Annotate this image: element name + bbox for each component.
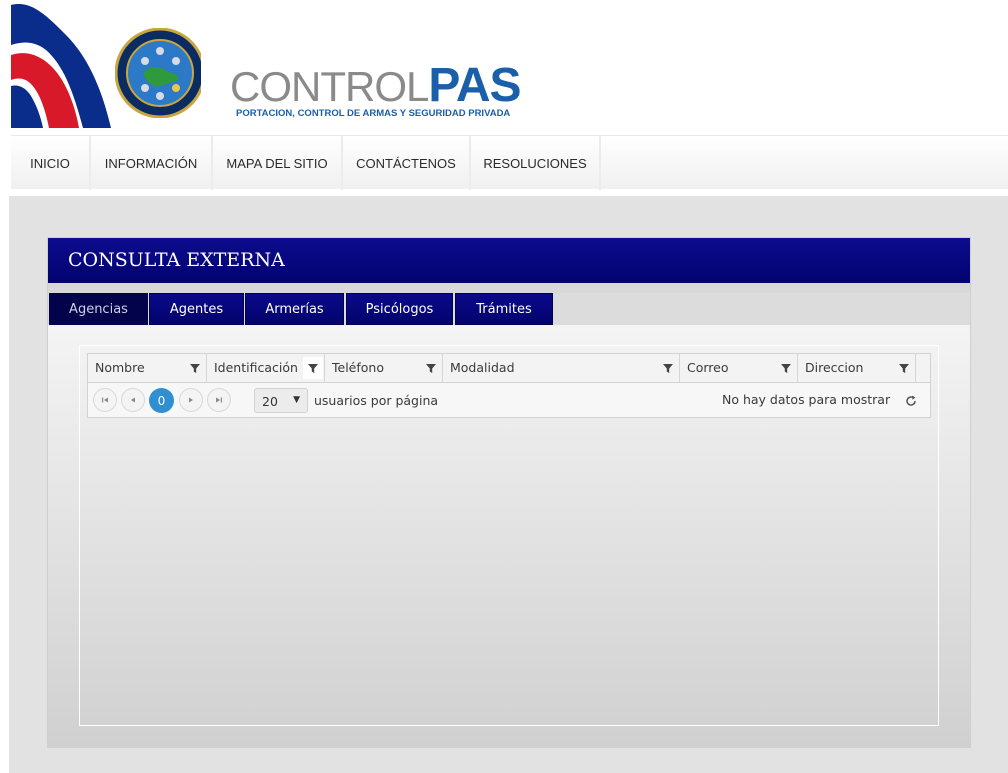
first-page-button[interactable] [93,388,117,412]
dropdown-arrow-icon: ▼ [293,395,300,405]
tab-agencias[interactable]: Agencias [49,293,148,325]
pager-status: No hay datos para mostrar [722,392,891,407]
column-header-telefono[interactable]: Teléfono [325,354,443,382]
panel-title: CONSULTA EXTERNA [68,249,285,271]
column-label: Modalidad [450,360,515,375]
current-page-indicator[interactable]: 0 [149,388,174,413]
column-label: Direccion [805,360,864,375]
site-header: CONTROLPAS PORTACION, CONTROL DE ARMAS Y… [0,0,1008,128]
filter-icon[interactable] [188,361,202,375]
page-size-value: 20 [262,394,278,409]
grid-pager: 0 20 ▼ usuarios por página No hay datos … [88,383,930,417]
results-grid: Nombre Identificación Teléfono Modalidad [87,353,931,418]
page-size-select[interactable]: 20 ▼ [254,388,308,413]
logo-pas-text: PAS [428,59,521,112]
per-page-label: usuarios por página [314,393,439,408]
nav-item-inicio[interactable]: INICIO [11,136,91,190]
tab-psicologos[interactable]: Psicólogos [346,293,453,325]
tab-strip: Agencias Agentes Armerías Psicólogos Trá… [48,293,970,326]
ministry-seal-icon [115,28,201,118]
last-page-button[interactable] [207,388,231,412]
filter-icon[interactable] [779,361,793,375]
panel-header: CONSULTA EXTERNA [48,238,970,283]
column-header-modalidad[interactable]: Modalidad [443,354,680,382]
controlpas-logo: CONTROLPAS PORTACION, CONTROL DE ARMAS Y… [230,59,522,120]
filter-icon[interactable] [424,361,438,375]
main-nav: INICIO INFORMACIÓN MAPA DEL SITIO CONTÁC… [11,135,1008,190]
column-header-correo[interactable]: Correo [680,354,798,382]
nav-item-informacion[interactable]: INFORMACIÓN [91,136,213,190]
column-label: Correo [687,360,729,375]
last-page-icon [216,397,222,403]
prev-page-button[interactable] [121,388,145,412]
grid-header: Nombre Identificación Teléfono Modalidad [88,354,930,383]
column-label: Identificación [214,360,298,375]
filter-icon[interactable] [661,361,675,375]
tab-tramites[interactable]: Trámites [455,293,553,325]
next-page-button[interactable] [179,388,203,412]
nav-item-resoluciones[interactable]: RESOLUCIONES [471,136,601,190]
column-label: Teléfono [332,360,384,375]
column-header-identificacion[interactable]: Identificación [207,354,325,382]
logo-subtitle: PORTACION, CONTROL DE ARMAS Y SEGURIDAD … [236,108,511,119]
column-header-nombre[interactable]: Nombre [88,354,207,382]
consulta-panel: CONSULTA EXTERNA Agencias Agentes Armerí… [47,237,971,748]
filter-icon[interactable] [303,357,323,379]
prev-page-icon [131,397,135,403]
costa-rica-flag-image [11,0,201,128]
first-page-icon [102,397,108,403]
nav-item-mapa-del-sitio[interactable]: MAPA DEL SITIO [213,136,343,190]
tab-agentes[interactable]: Agentes [149,293,244,325]
column-header-direccion[interactable]: Direccion [798,354,916,382]
column-label: Nombre [95,360,145,375]
nav-item-contactenos[interactable]: CONTÁCTENOS [343,136,471,190]
grid-container: Nombre Identificación Teléfono Modalidad [79,345,939,726]
tab-content: Nombre Identificación Teléfono Modalidad [48,325,970,747]
filter-icon[interactable] [897,361,911,375]
logo-control-text: CONTROL [230,63,429,110]
next-page-icon [189,397,193,403]
tab-armerias[interactable]: Armerías [245,293,344,325]
refresh-icon[interactable] [904,393,918,407]
